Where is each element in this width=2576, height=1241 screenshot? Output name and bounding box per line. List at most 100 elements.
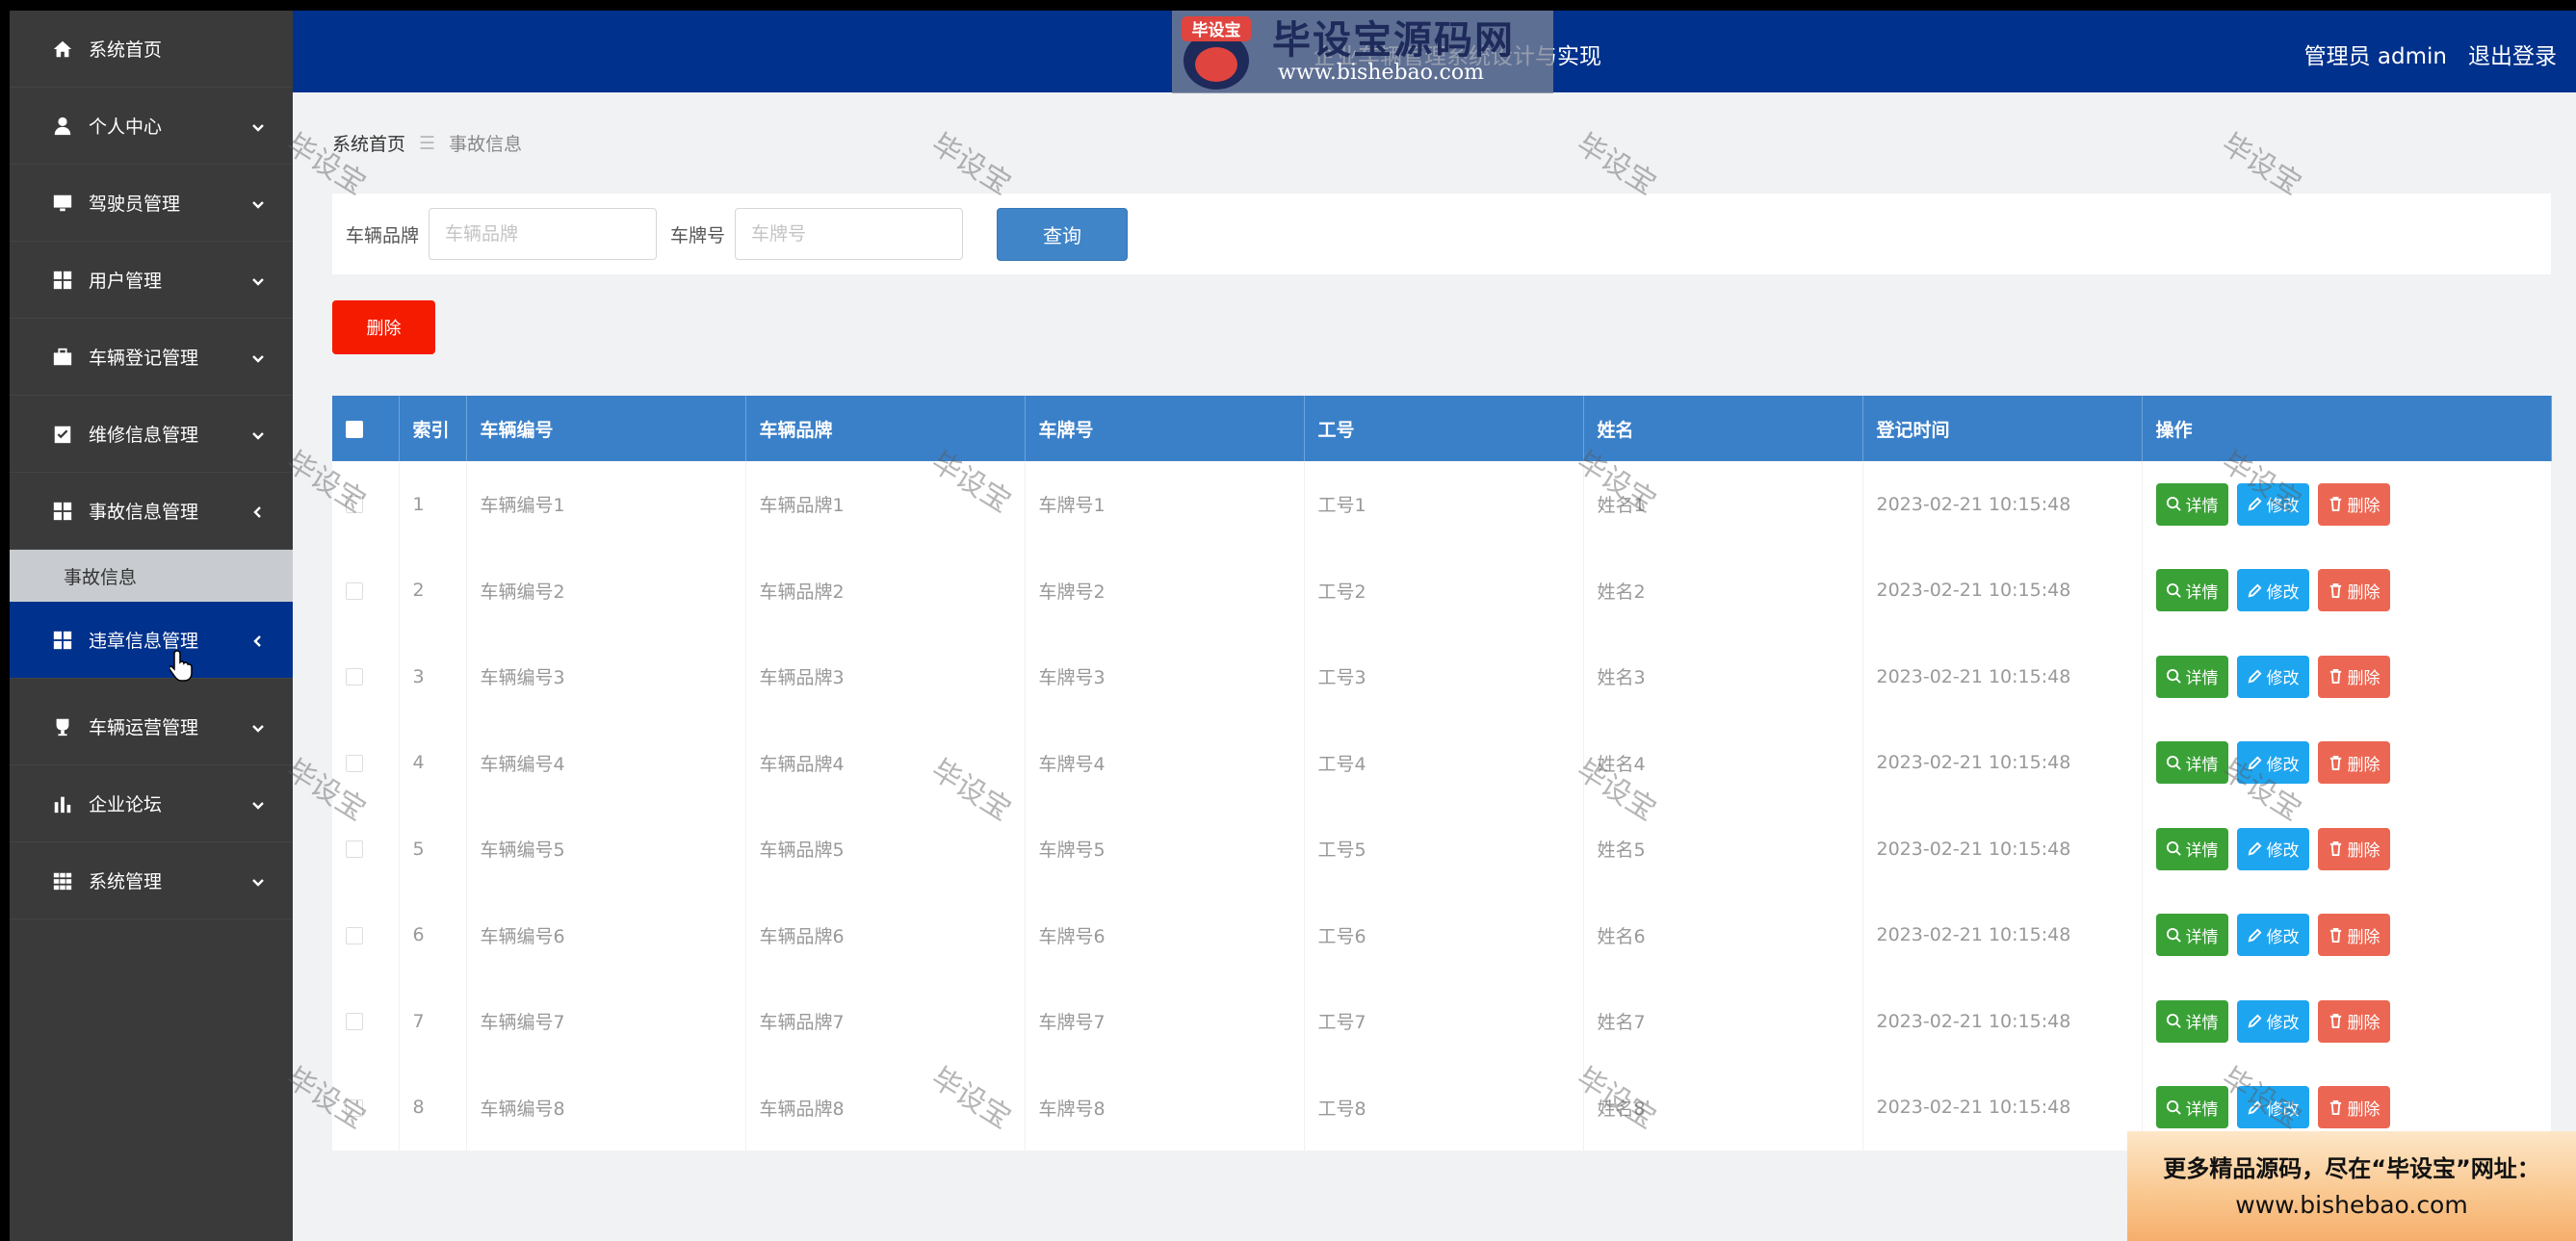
detail-button[interactable]: 详情 [2155,1086,2228,1129]
sidebar-item-drivers[interactable]: 驾驶员管理 [10,165,293,242]
delete-button[interactable]: 删除 [2317,914,2390,957]
search-bar: 车辆品牌 车牌号 查询 [332,194,2551,274]
table-row: 6 车辆编号6 车辆品牌6 车牌号6 工号6 姓名6 2023-02-21 10:15:48… [332,892,2552,978]
logo-title: 毕设宝源码网 [1272,18,1515,63]
row-checkbox[interactable] [346,1013,363,1031]
detail-button[interactable]: 详情 [2155,569,2228,612]
sidebar-item-violations[interactable]: 违章信息管理 [10,602,293,679]
cell-plate: 车牌号3 [1025,633,1305,720]
grid-icon [52,270,73,291]
cell-actions: 详情 修改 删除 [2142,633,2552,720]
edit-button[interactable]: 修改 [2236,914,2309,957]
detail-button[interactable]: 详情 [2155,482,2228,526]
sidebar-item-system[interactable]: 系统管理 [10,842,293,919]
bulk-delete-button[interactable]: 删除 [332,300,435,354]
delete-button[interactable]: 删除 [2317,999,2390,1043]
detail-label: 详情 [2185,927,2219,947]
watermark-text: 毕设宝 [1570,127,1662,202]
cell-actions: 详情 修改 删除 [2142,719,2552,806]
edit-button[interactable]: 修改 [2236,569,2309,612]
cell-work-no: 工号2 [1304,547,1584,633]
detail-button[interactable]: 详情 [2155,827,2228,870]
grid-icon [52,501,73,522]
edit-button[interactable]: 修改 [2236,482,2309,526]
row-checkbox[interactable] [346,754,363,772]
detail-button[interactable]: 详情 [2155,914,2228,957]
sidebar-item-maintenance[interactable]: 维修信息管理 [10,396,293,473]
cell-index: 5 [399,806,467,892]
row-checkbox[interactable] [346,496,363,514]
pencil-icon [2248,1014,2262,1028]
brand-search-input[interactable] [429,208,658,260]
edit-button[interactable]: 修改 [2236,1086,2309,1129]
delete-button[interactable]: 删除 [2317,655,2390,698]
chevron-down-icon [250,873,266,889]
briefcase-icon [52,347,73,368]
detail-label: 详情 [2185,497,2219,517]
delete-label: 删除 [2347,497,2381,517]
detail-button[interactable]: 详情 [2155,999,2228,1043]
delete-label: 删除 [2347,1099,2381,1120]
select-all-checkbox[interactable] [346,420,363,438]
cell-work-no: 工号8 [1304,1064,1584,1151]
delete-label: 删除 [2347,582,2381,603]
row-checkbox[interactable] [346,582,363,600]
row-checkbox[interactable] [346,840,363,859]
sidebar-item-forum[interactable]: 企业论坛 [10,765,293,842]
sidebar-item-personal[interactable]: 个人中心 [10,88,293,165]
delete-button[interactable]: 删除 [2317,482,2390,526]
cell-brand: 车辆品牌4 [745,719,1026,806]
pencil-icon [2248,1100,2262,1115]
home-icon [52,39,73,60]
sidebar-item-vehicle-registration[interactable]: 车辆登记管理 [10,319,293,396]
row-select-cell [332,719,400,806]
edit-button[interactable]: 修改 [2236,655,2309,698]
delete-button[interactable]: 删除 [2317,569,2390,612]
current-user-label: 管理员 admin [2303,44,2447,69]
query-button[interactable]: 查询 [997,208,1128,261]
sidebar-item-label: 个人中心 [89,116,163,138]
cell-brand: 车辆品牌3 [745,633,1026,720]
sidebar-item-operations[interactable]: 车辆运营管理 [10,688,293,765]
trophy-icon [52,716,73,737]
cell-plate: 车牌号8 [1025,1064,1305,1151]
sidebar-item-users[interactable]: 用户管理 [10,242,293,319]
app-frame: 系统首页 个人中心 驾驶员管理 用户管理 车辆登记管理 维修信息管理 事故信息管… [10,11,2576,1241]
cell-time: 2023-02-21 10:15:48 [1862,806,2143,892]
detail-button[interactable]: 详情 [2155,655,2228,698]
logout-link[interactable]: 退出登录 [2468,38,2557,70]
cell-time: 2023-02-21 10:15:48 [1862,892,2143,978]
edit-button[interactable]: 修改 [2236,827,2309,870]
row-checkbox[interactable] [346,668,363,686]
search-icon [2166,497,2181,512]
plate-search-input[interactable] [735,208,964,260]
cell-work-no: 工号3 [1304,633,1584,720]
edit-button[interactable]: 修改 [2236,999,2309,1043]
pencil-icon [2248,756,2262,770]
delete-button[interactable]: 删除 [2317,1086,2390,1129]
row-select-cell [332,978,400,1065]
breadcrumb: 系统首页 ☰ 事故信息 [332,130,522,156]
edit-button[interactable]: 修改 [2236,741,2309,785]
cell-time: 2023-02-21 10:15:48 [1862,633,2143,720]
cell-plate: 车牌号4 [1025,719,1305,806]
sidebar-item-home[interactable]: 系统首页 [10,11,293,88]
sidebar-subitem-accident-info[interactable]: 事故信息 [10,550,293,602]
delete-button[interactable]: 删除 [2317,741,2390,785]
row-checkbox[interactable] [346,1099,363,1117]
detail-button[interactable]: 详情 [2155,741,2228,785]
detail-label: 详情 [2185,755,2219,775]
delete-button[interactable]: 删除 [2317,827,2390,870]
chevron-down-icon [250,349,266,365]
trash-icon [2329,927,2341,943]
data-table: 索引 车辆编号 车辆品牌 车牌号 工号 姓名 登记时间 操作 1 车辆编号1 车辆品… [332,396,2552,1151]
edit-label: 修改 [2266,1014,2300,1034]
cell-vehicle-no: 车辆编号2 [466,547,746,633]
breadcrumb-home[interactable]: 系统首页 [332,130,405,156]
sidebar-item-accidents[interactable]: 事故信息管理 [10,473,293,550]
cell-vehicle-no: 车辆编号3 [466,633,746,720]
chevron-down-icon [250,427,266,442]
edit-label: 修改 [2266,669,2300,689]
row-checkbox[interactable] [346,926,363,944]
